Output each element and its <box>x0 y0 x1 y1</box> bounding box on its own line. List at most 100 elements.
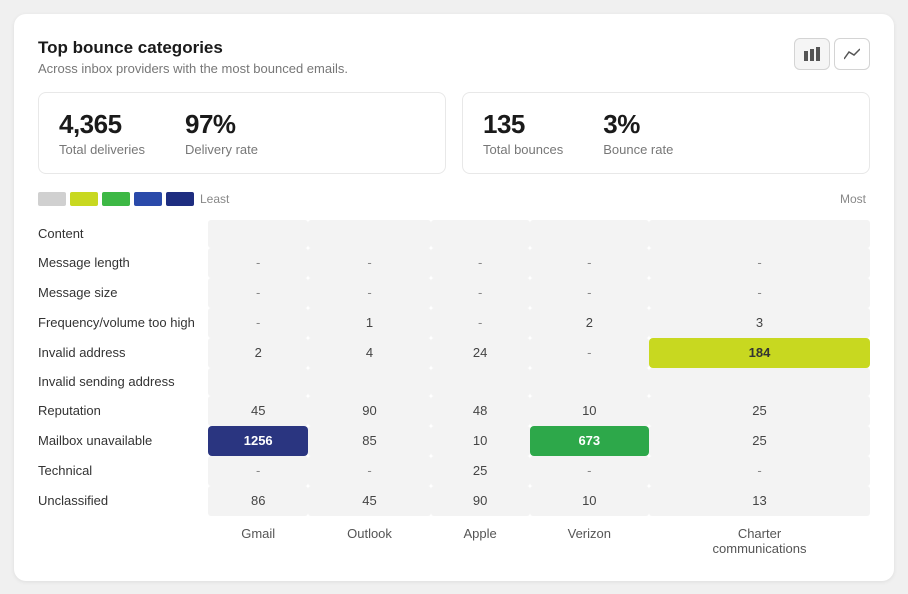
data-cell: 24 <box>431 338 530 368</box>
line-chart-toggle-button[interactable] <box>834 38 870 70</box>
data-cell <box>208 220 308 248</box>
data-cell: - <box>649 278 870 308</box>
data-cell <box>530 368 649 396</box>
legend-color-2 <box>70 192 98 206</box>
total-deliveries-label: Total deliveries <box>59 142 145 157</box>
table-row: Invalid sending address <box>38 368 870 396</box>
table-row: Frequency/volume too high-1-23 <box>38 308 870 338</box>
data-cell: - <box>431 248 530 278</box>
data-cell: 184 <box>649 338 870 368</box>
row-label: Mailbox unavailable <box>38 426 208 456</box>
row-label: Frequency/volume too high <box>38 308 208 338</box>
row-label: Invalid sending address <box>38 368 208 396</box>
legend-color-1 <box>38 192 66 206</box>
table-row: Technical--25-- <box>38 456 870 486</box>
data-cell <box>431 368 530 396</box>
data-cell: 10 <box>431 426 530 456</box>
column-header-2: Apple <box>431 516 530 561</box>
data-cell: 4 <box>308 338 430 368</box>
total-deliveries-value: 4,365 <box>59 109 145 140</box>
data-cell <box>308 368 430 396</box>
legend-color-3 <box>102 192 130 206</box>
bounce-table-wrap: ContentMessage length-----Message size--… <box>38 220 870 561</box>
legend-color-5 <box>166 192 194 206</box>
column-headers-row: GmailOutlookAppleVerizonCharter communic… <box>38 516 870 561</box>
column-header-4: Charter communications <box>649 516 870 561</box>
chart-toggle-group <box>794 38 870 70</box>
data-cell: - <box>208 456 308 486</box>
card-subtitle: Across inbox providers with the most bou… <box>38 61 348 76</box>
table-row: Reputation4590481025 <box>38 396 870 426</box>
bounce-table: ContentMessage length-----Message size--… <box>38 220 870 561</box>
total-bounces-label: Total bounces <box>483 142 563 157</box>
data-cell: - <box>208 248 308 278</box>
data-cell: - <box>208 308 308 338</box>
data-cell: 86 <box>208 486 308 516</box>
stats-row: 4,365 Total deliveries 97% Delivery rate… <box>38 92 870 174</box>
data-cell <box>649 368 870 396</box>
column-header-3: Verizon <box>530 516 649 561</box>
bounce-rate-label: Bounce rate <box>603 142 673 157</box>
data-cell <box>208 368 308 396</box>
row-label: Message size <box>38 278 208 308</box>
data-cell: - <box>431 308 530 338</box>
data-cell: 48 <box>431 396 530 426</box>
data-cell: 45 <box>308 486 430 516</box>
row-label: Message length <box>38 248 208 278</box>
data-cell: 25 <box>649 426 870 456</box>
data-cell: - <box>530 278 649 308</box>
data-cell: 1 <box>308 308 430 338</box>
row-label: Invalid address <box>38 338 208 368</box>
data-cell: - <box>308 248 430 278</box>
data-cell: 10 <box>530 396 649 426</box>
table-row: Content <box>38 220 870 248</box>
data-cell <box>649 220 870 248</box>
data-cell: - <box>308 456 430 486</box>
row-label: Technical <box>38 456 208 486</box>
column-header-1: Outlook <box>308 516 430 561</box>
data-cell: - <box>530 456 649 486</box>
row-label: Content <box>38 220 208 248</box>
data-cell: 90 <box>308 396 430 426</box>
data-cell: - <box>308 278 430 308</box>
bounce-rate-stat: 3% Bounce rate <box>603 109 673 157</box>
data-cell: - <box>649 456 870 486</box>
data-cell: 45 <box>208 396 308 426</box>
table-row: Message size----- <box>38 278 870 308</box>
data-cell <box>530 220 649 248</box>
card-header: Top bounce categories Across inbox provi… <box>38 38 870 76</box>
header-text: Top bounce categories Across inbox provi… <box>38 38 348 76</box>
data-cell <box>431 220 530 248</box>
row-label: Reputation <box>38 396 208 426</box>
data-cell: 13 <box>649 486 870 516</box>
delivery-rate-value: 97% <box>185 109 258 140</box>
table-row: Unclassified8645901013 <box>38 486 870 516</box>
bounce-rate-value: 3% <box>603 109 673 140</box>
data-cell: 10 <box>530 486 649 516</box>
legend-least-label: Least <box>200 192 229 206</box>
data-cell: 673 <box>530 426 649 456</box>
table-row: Mailbox unavailable1256851067325 <box>38 426 870 456</box>
data-cell: - <box>530 248 649 278</box>
total-deliveries-stat: 4,365 Total deliveries <box>59 109 145 157</box>
data-cell: - <box>208 278 308 308</box>
main-card: Top bounce categories Across inbox provi… <box>14 14 894 581</box>
table-row: Invalid address2424-184 <box>38 338 870 368</box>
bar-chart-toggle-button[interactable] <box>794 38 830 70</box>
delivery-rate-label: Delivery rate <box>185 142 258 157</box>
data-cell: 85 <box>308 426 430 456</box>
data-cell: 3 <box>649 308 870 338</box>
data-cell: 2 <box>530 308 649 338</box>
delivery-rate-stat: 97% Delivery rate <box>185 109 258 157</box>
data-cell: 90 <box>431 486 530 516</box>
data-cell: 1256 <box>208 426 308 456</box>
legend-most-label: Most <box>840 192 866 206</box>
data-cell <box>308 220 430 248</box>
table-row: Message length----- <box>38 248 870 278</box>
legend-color-4 <box>134 192 162 206</box>
data-cell: 2 <box>208 338 308 368</box>
deliveries-stat-card: 4,365 Total deliveries 97% Delivery rate <box>38 92 446 174</box>
data-cell: 25 <box>649 396 870 426</box>
data-cell: - <box>530 338 649 368</box>
bounces-stat-card: 135 Total bounces 3% Bounce rate <box>462 92 870 174</box>
